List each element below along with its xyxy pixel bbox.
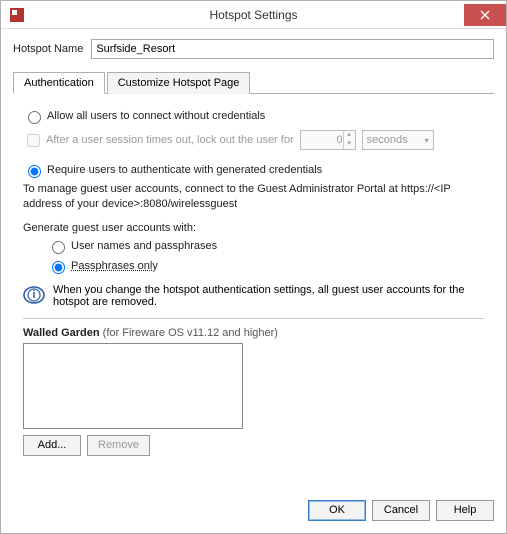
hotspot-name-label: Hotspot Name xyxy=(13,43,83,55)
opt-passphrases-label: Passphrases only xyxy=(71,260,158,272)
manage-desc: To manage guest user accounts, connect t… xyxy=(23,182,484,212)
chevron-up-icon: ▴ xyxy=(344,131,355,140)
content-area: Hotspot Name Authentication Customize Ho… xyxy=(1,29,506,490)
require-auth-label: Require users to authenticate with gener… xyxy=(47,164,322,176)
spinner-arrows: ▴▾ xyxy=(343,131,355,149)
chevron-down-icon: ▾ xyxy=(425,136,429,145)
close-icon xyxy=(480,10,490,20)
info-text: When you change the hotspot authenticati… xyxy=(53,284,484,308)
opt-usernames-radio[interactable] xyxy=(52,241,65,254)
dialog-footer: OK Cancel Help xyxy=(1,490,506,533)
walled-garden-subtitle: (for Fireware OS v11.12 and higher) xyxy=(103,327,278,339)
allow-all-label: Allow all users to connect without crede… xyxy=(47,110,265,122)
walled-garden-heading: Walled Garden (for Fireware OS v11.12 an… xyxy=(23,327,484,339)
generate-label: Generate guest user accounts with: xyxy=(23,222,484,234)
tabs: Authentication Customize Hotspot Page xyxy=(13,71,494,94)
walled-garden-buttons: Add... Remove xyxy=(23,435,484,456)
lockout-spinner: 0 ▴▾ xyxy=(300,130,356,150)
opt-usernames-label: User names and passphrases xyxy=(71,240,217,252)
hotspot-settings-window: Hotspot Settings Hotspot Name Authentica… xyxy=(0,0,507,534)
require-auth-radio-row[interactable]: Require users to authenticate with gener… xyxy=(23,162,484,178)
info-row: i When you change the hotspot authentica… xyxy=(23,284,484,308)
remove-button: Remove xyxy=(87,435,150,456)
titlebar: Hotspot Settings xyxy=(1,1,506,29)
lockout-row: After a user session times out, lock out… xyxy=(23,130,484,150)
tab-authentication[interactable]: Authentication xyxy=(13,72,105,94)
require-auth-radio[interactable] xyxy=(28,165,41,178)
hotspot-name-input[interactable] xyxy=(91,39,494,59)
lockout-label: After a user session times out, lock out… xyxy=(46,134,294,146)
lockout-checkbox xyxy=(27,134,40,147)
lockout-unit-value: seconds xyxy=(367,134,408,146)
cancel-button[interactable]: Cancel xyxy=(372,500,430,521)
hotspot-name-row: Hotspot Name xyxy=(13,39,494,59)
opt-passphrases-row[interactable]: Passphrases only xyxy=(47,258,484,274)
window-title: Hotspot Settings xyxy=(209,8,297,22)
allow-all-radio[interactable] xyxy=(28,111,41,124)
app-icon xyxy=(7,5,27,25)
svg-text:i: i xyxy=(32,289,35,301)
chevron-down-icon: ▾ xyxy=(344,140,355,149)
help-button[interactable]: Help xyxy=(436,500,494,521)
opt-passphrases-radio[interactable] xyxy=(52,261,65,274)
lockout-unit-select: seconds ▾ xyxy=(362,130,434,150)
divider xyxy=(23,318,484,319)
ok-button[interactable]: OK xyxy=(308,500,366,521)
walled-garden-listbox[interactable] xyxy=(23,343,243,429)
tab-customize-hotspot-page[interactable]: Customize Hotspot Page xyxy=(107,72,251,94)
authentication-panel: Allow all users to connect without crede… xyxy=(13,94,494,456)
close-button[interactable] xyxy=(464,4,506,26)
opt-usernames-row[interactable]: User names and passphrases xyxy=(47,238,484,254)
allow-all-radio-row[interactable]: Allow all users to connect without crede… xyxy=(23,108,484,124)
add-button[interactable]: Add... xyxy=(23,435,81,456)
info-icon: i xyxy=(23,284,45,306)
walled-garden-title: Walled Garden xyxy=(23,327,100,339)
